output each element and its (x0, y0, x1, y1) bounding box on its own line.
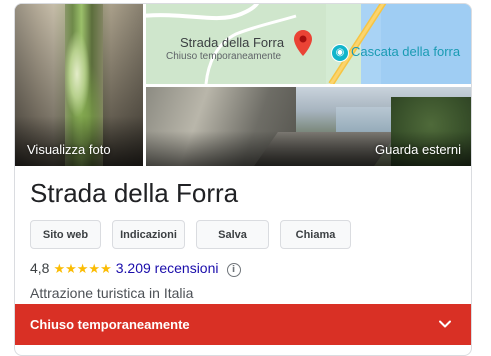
reviews-link[interactable]: 3.209 recensioni (116, 260, 219, 276)
view-photos-label[interactable]: Visualizza foto (27, 142, 111, 157)
closed-status-bar[interactable]: Chiuso temporaneamente (15, 304, 471, 345)
info-icon[interactable]: i (226, 263, 241, 277)
chevron-down-icon[interactable] (437, 316, 453, 332)
map-place-status: Chiuso temporaneamente (166, 51, 282, 62)
camera-icon: ◉ (331, 44, 349, 62)
rating-row: 4,8 ★★★★★ 3.209 recensioni i (30, 260, 241, 278)
photo-shade (15, 116, 143, 166)
street-view-label[interactable]: Guarda esterni (375, 142, 461, 157)
call-button[interactable]: Chiama (280, 220, 351, 249)
map-poi-label[interactable]: Cascata della forra (351, 44, 460, 59)
map-place-label: Strada della Forra (180, 35, 285, 50)
street-view-thumbnail[interactable]: Guarda esterni (146, 87, 471, 166)
map-thumbnail[interactable]: Strada della Forra Chiuso temporaneament… (146, 4, 471, 84)
save-button[interactable]: Salva (196, 220, 269, 249)
place-title: Strada della Forra (30, 178, 239, 208)
photo-strip: Visualizza foto Strada della Forra Chius… (15, 4, 471, 166)
star-rating-icon: ★★★★★ (53, 261, 112, 276)
closed-status-label: Chiuso temporaneamente (30, 317, 190, 332)
place-category: Attrazione turistica in Italia (30, 285, 194, 301)
directions-button[interactable]: Indicazioni (112, 220, 185, 249)
photo-gallery-thumbnail[interactable]: Visualizza foto (15, 4, 143, 166)
rating-value: 4,8 (30, 260, 50, 276)
map-pin-icon (294, 30, 312, 56)
website-button[interactable]: Sito web (30, 220, 101, 249)
knowledge-panel: Visualizza foto Strada della Forra Chius… (14, 3, 472, 356)
